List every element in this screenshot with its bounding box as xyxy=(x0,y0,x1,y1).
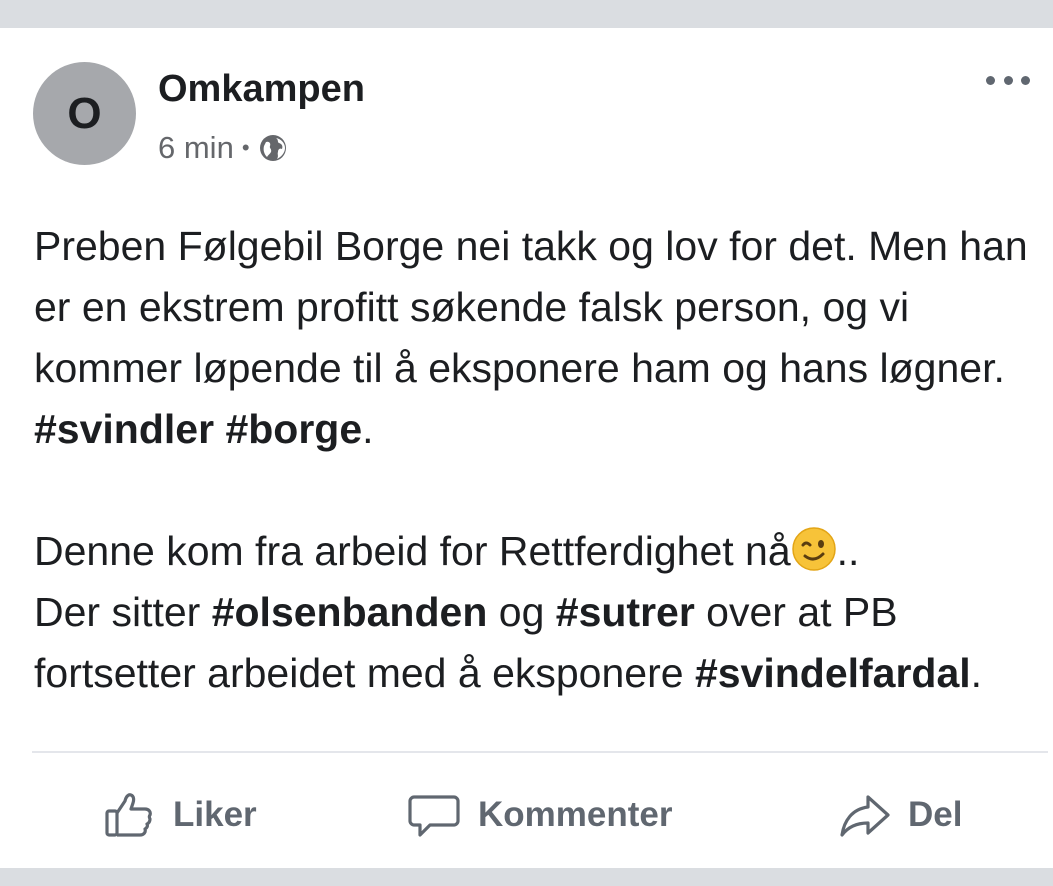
globe-icon[interactable] xyxy=(258,133,288,163)
thumbs-up-icon xyxy=(103,789,173,841)
author-name[interactable]: Omkampen xyxy=(158,68,365,111)
divider xyxy=(32,751,1048,753)
comment-icon xyxy=(408,789,478,841)
comment-label: Kommenter xyxy=(478,795,673,834)
post-body: Preben Følgebil Borge nei takk og lov fo… xyxy=(34,216,1049,704)
hashtag-link[interactable]: #svindler xyxy=(34,406,214,452)
post-card: O Omkampen 6 min • Preben Følgebil Borge… xyxy=(0,28,1053,868)
meta-separator: • xyxy=(241,135,250,160)
post-paragraph: Denne kom fra arbeid for Rettferdighet n… xyxy=(34,526,983,696)
more-options-icon[interactable] xyxy=(986,68,1030,92)
hashtag-link[interactable]: #olsenbanden xyxy=(212,589,488,635)
hashtag-link[interactable]: #svindelfardal xyxy=(695,650,971,696)
like-button[interactable]: Liker xyxy=(103,780,257,850)
winking-face-icon xyxy=(791,526,837,572)
post-time[interactable]: 6 min xyxy=(158,130,234,166)
post-paragraph: Preben Følgebil Borge nei takk og lov fo… xyxy=(34,223,1028,452)
share-button[interactable]: Del xyxy=(838,780,962,850)
hashtag-link[interactable]: #sutrer xyxy=(556,589,695,635)
post-meta: 6 min • xyxy=(158,130,288,166)
share-label: Del xyxy=(908,795,963,834)
like-label: Liker xyxy=(173,795,257,834)
comment-button[interactable]: Kommenter xyxy=(408,780,672,850)
share-icon xyxy=(838,789,908,841)
avatar-letter: O xyxy=(67,88,102,138)
hashtag-link[interactable]: #borge xyxy=(225,406,362,452)
avatar[interactable]: O xyxy=(33,62,136,165)
